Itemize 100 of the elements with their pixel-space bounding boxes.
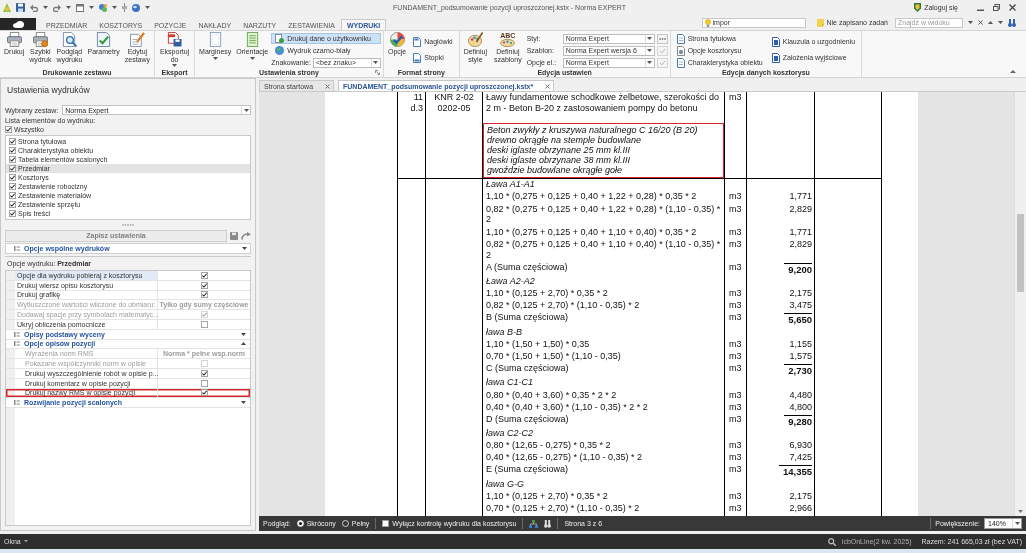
heading-text: ława C1-C1: [486, 377, 535, 389]
checkbox[interactable]: [200, 291, 208, 299]
quantity-value: 4,800: [789, 401, 812, 413]
measurement-text: 0,80 * (12,65 - 0,275) * 0,35 * 2: [486, 440, 612, 452]
binoculars-icon[interactable]: [1008, 18, 1016, 27]
close-icon[interactable]: [545, 83, 551, 89]
list-icon[interactable]: [14, 246, 20, 251]
undo-icon[interactable]: [30, 3, 38, 12]
grip-icon[interactable]: [122, 223, 134, 226]
list-icon[interactable]: [14, 341, 20, 347]
page-footer-icon: [413, 52, 422, 63]
checkbox[interactable]: [200, 271, 208, 279]
close-icon[interactable]: [978, 20, 983, 25]
resource-text: gwoździe budowlane okrągłe gołe: [487, 165, 624, 176]
caret-icon[interactable]: [1018, 510, 1023, 513]
quantity-value: 4,480: [789, 389, 812, 401]
caret-icon[interactable]: [66, 6, 71, 9]
save-icon[interactable]: [16, 3, 25, 12]
subtotal-label: A (Suma częściowa): [486, 261, 569, 273]
subtotal-label: C (Suma częściowa): [486, 363, 570, 374]
binoculars-icon[interactable]: [544, 519, 552, 528]
palette-icon: [500, 39, 516, 47]
check-icon[interactable]: [656, 45, 668, 56]
close-icon[interactable]: [325, 83, 331, 89]
quantity-value: 2,175: [789, 490, 812, 502]
check-icon[interactable]: [656, 57, 668, 68]
curved-arrow-icon[interactable]: [241, 231, 251, 240]
checkbox[interactable]: [200, 389, 208, 397]
globe-icon[interactable]: [132, 3, 140, 12]
radio-icon[interactable]: [296, 520, 304, 527]
caret-up-icon[interactable]: [988, 21, 993, 24]
caret-icon: [373, 61, 379, 64]
quantity-value: 1,771: [789, 226, 812, 238]
measurement-text: 1,10 * (1,50 + 1,50) * 0,35: [486, 338, 591, 350]
checkbox[interactable]: [9, 156, 16, 163]
checkbox[interactable]: [9, 147, 16, 154]
item-number: 11: [412, 92, 423, 103]
document-icon: [771, 52, 780, 63]
app-menu-button[interactable]: [0, 18, 36, 30]
document-icon: [771, 36, 780, 47]
caret-icon[interactable]: [112, 6, 117, 9]
checkbox[interactable]: [9, 210, 16, 217]
caret-icon: [1014, 522, 1020, 525]
unit-text: m3: [729, 238, 742, 250]
app-logo-icon: [3, 3, 11, 12]
checkbox[interactable]: [9, 201, 16, 208]
unit-text: m3: [729, 452, 742, 464]
checkbox[interactable]: [9, 183, 16, 190]
unit-text: m3: [729, 203, 742, 215]
caret-icon[interactable]: [89, 6, 94, 9]
unit-text: m3: [729, 464, 742, 476]
measurement-text: 0,70 * (1,50 + 1,50) * (1,10 - 0,35): [486, 350, 622, 362]
unit-text: m3: [729, 300, 742, 312]
checkbox[interactable]: [9, 165, 16, 172]
caret-icon: [647, 61, 653, 64]
quantity-value: 2,829: [789, 203, 812, 215]
checkbox[interactable]: [9, 192, 16, 199]
document-icon: [676, 57, 685, 68]
measurement-text: 0,80 * (0,40 + 3,60) * 0,35 * 2 * 2: [486, 389, 618, 401]
slider-icon[interactable]: [122, 3, 127, 12]
unit-text: m3: [729, 191, 742, 203]
unit-text: m3: [729, 92, 742, 103]
window-icon[interactable]: [76, 3, 84, 12]
caret-icon[interactable]: [968, 21, 973, 24]
subtotal-label: B (Suma częściowa): [486, 312, 570, 324]
quantity-value: 3,475: [789, 300, 812, 312]
unit-text: m3: [729, 440, 742, 452]
restore-icon[interactable]: [993, 4, 1000, 11]
dialog-launcher-icon[interactable]: [374, 70, 380, 75]
unit-text: m3: [729, 413, 742, 425]
quantity-value: 1,771: [789, 191, 812, 203]
list-icon[interactable]: [14, 331, 20, 337]
radio-icon[interactable]: [341, 520, 349, 527]
caret-up-icon[interactable]: [1010, 70, 1016, 73]
save-icon[interactable]: [230, 231, 238, 240]
subtotal-value: 5,650: [784, 313, 812, 326]
checkbox[interactable]: [9, 138, 16, 145]
subtotal-label: E (Suma częściowa): [486, 464, 570, 476]
checkbox[interactable]: [9, 174, 16, 181]
resource-text: Beton zwykły z kruszywa naturalnego C 16/20 (B 20): [487, 124, 699, 135]
unit-text: m3: [729, 261, 742, 273]
checkbox[interactable]: [382, 520, 390, 527]
checkbox[interactable]: [200, 281, 208, 289]
scrollbar[interactable]: [1014, 92, 1026, 516]
search-icon: [827, 537, 836, 546]
page-lines-icon: [244, 32, 260, 47]
checkbox[interactable]: [5, 126, 12, 133]
checkbox[interactable]: [200, 320, 208, 328]
caret-icon[interactable]: [43, 6, 48, 9]
list-icon[interactable]: [14, 400, 20, 406]
redo-icon[interactable]: [53, 3, 61, 12]
caret-icon[interactable]: [998, 21, 1003, 24]
close-icon[interactable]: [1009, 4, 1016, 11]
scrollbar-thumb[interactable]: [1017, 214, 1024, 292]
caret-icon: [647, 37, 653, 40]
caret-icon[interactable]: [145, 6, 150, 9]
shapes-icon[interactable]: [99, 3, 107, 12]
checkbox[interactable]: [200, 369, 208, 377]
checkbox[interactable]: [200, 379, 208, 387]
hierarchy-icon[interactable]: [529, 519, 539, 528]
